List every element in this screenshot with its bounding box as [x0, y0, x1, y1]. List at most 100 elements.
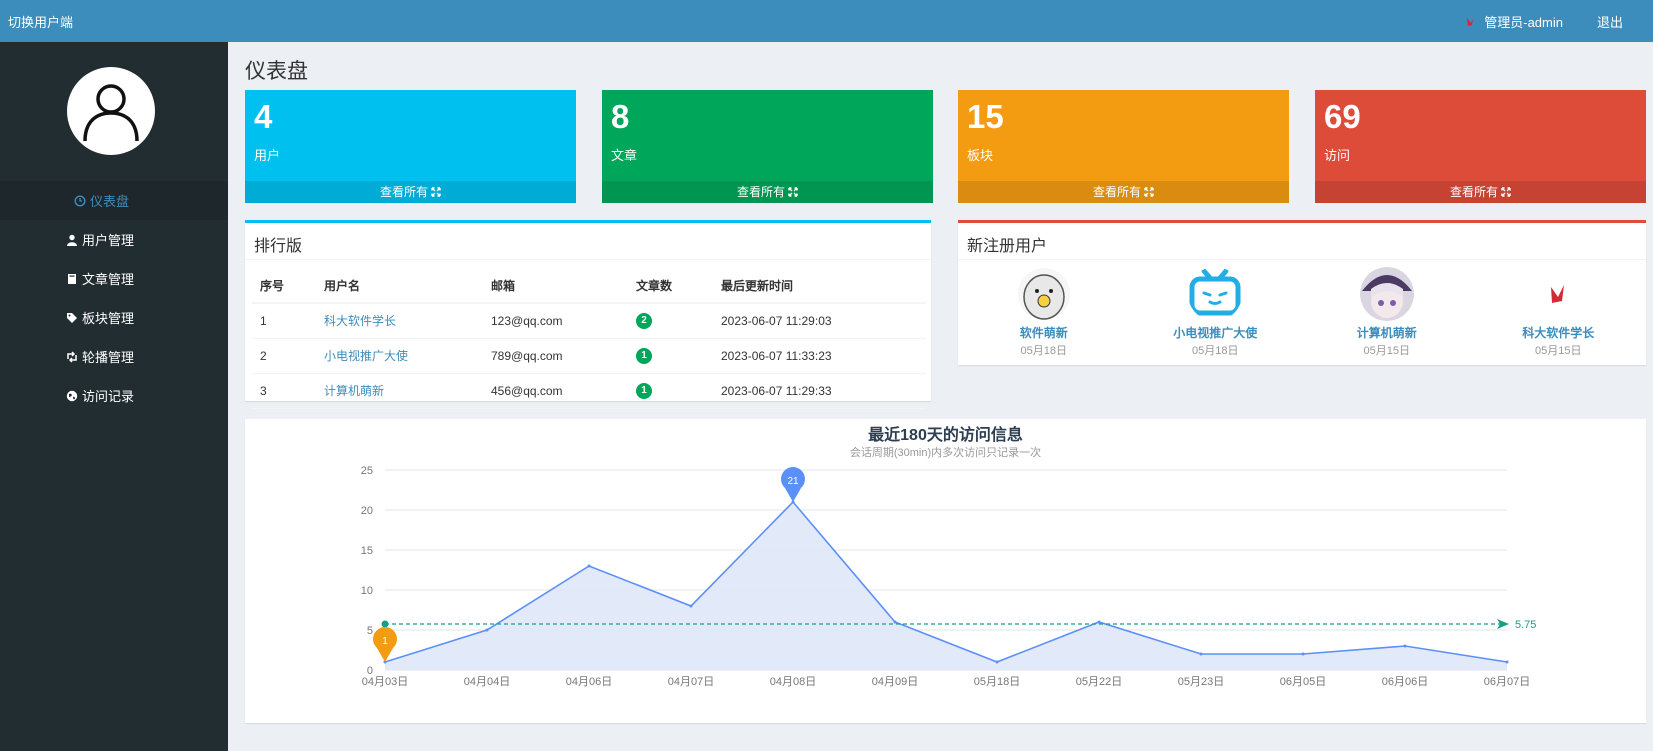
- update-time-cell: 2023-06-07 11:29:33: [713, 373, 926, 409]
- penguin-avatar-icon: [1017, 268, 1070, 320]
- stat-box-visits: 69 访问 查看所有: [1315, 90, 1646, 203]
- series-area: [385, 502, 1507, 670]
- stat-label: 用户: [254, 148, 281, 163]
- view-all-visits-link[interactable]: 查看所有: [1315, 181, 1646, 203]
- sidebar: 仪表盘 用户管理 文章管理 板块管理 轮播管理 访问记录: [0, 42, 228, 751]
- column-header: 用户名: [316, 269, 483, 304]
- x-tick-label: 04月04日: [464, 676, 510, 688]
- stat-box-sections: 15 板块 查看所有: [958, 90, 1289, 203]
- stat-box-users: 4 用户 查看所有: [245, 90, 576, 203]
- column-header: 序号: [252, 269, 316, 304]
- stat-value: 69: [1324, 98, 1361, 135]
- sidebar-item-label: 文章管理: [82, 272, 135, 287]
- rank-cell: 3: [252, 373, 316, 409]
- y-tick-label: 20: [361, 505, 373, 517]
- red-logo-avatar-icon: [1551, 285, 1565, 303]
- logout-button[interactable]: 退出: [1597, 12, 1623, 31]
- view-all-label: 查看所有: [1449, 185, 1498, 199]
- data-point: [995, 660, 999, 664]
- username-link[interactable]: 计算机萌新: [324, 384, 384, 398]
- new-user-item[interactable]: 软件萌新 05月18日: [958, 267, 1130, 358]
- new-user-name: 小电视推广大使: [1173, 326, 1258, 340]
- sidebar-item-sections[interactable]: 板块管理: [0, 298, 228, 337]
- data-point: [1301, 652, 1305, 656]
- new-user-item[interactable]: 计算机萌新 05月15日: [1301, 267, 1473, 358]
- view-all-articles-link[interactable]: 查看所有: [602, 181, 933, 203]
- rank-cell: 2: [252, 338, 316, 374]
- view-all-label: 查看所有: [736, 185, 785, 199]
- stat-value: 4: [254, 98, 273, 135]
- dashboard-icon: [74, 194, 86, 207]
- max-marker-label: 21: [787, 476, 799, 487]
- sidebar-item-label: 用户管理: [82, 233, 135, 248]
- email-cell: 456@qq.com: [483, 373, 628, 409]
- x-tick-label: 04月07日: [668, 676, 714, 688]
- sidebar-item-articles[interactable]: 文章管理: [0, 259, 228, 298]
- new-users-box: 新注册用户 软件萌新 05月18日 小电视推广大使 05月18日 计算机萌新 0…: [958, 220, 1646, 365]
- expand-icon: [1501, 187, 1511, 197]
- stat-label: 访问: [1324, 148, 1351, 163]
- tv-avatar-icon: [1189, 268, 1241, 316]
- sidebar-item-label: 仪表盘: [90, 194, 130, 209]
- user-avatar-icon: [83, 84, 139, 142]
- new-user-name: 软件萌新: [1019, 326, 1068, 340]
- x-tick-label: 05月22日: [1076, 676, 1122, 688]
- update-time-cell: 2023-06-07 11:33:23: [713, 338, 926, 374]
- x-tick-label: 05月18日: [974, 676, 1020, 688]
- data-point: [893, 620, 897, 624]
- ranking-box: 排行版 序号 用户名 邮箱 文章数 最后更新时间 1 科大软件学长 123@qq…: [245, 220, 931, 409]
- stat-value: 15: [967, 98, 1004, 135]
- new-user-name: 计算机萌新: [1356, 326, 1417, 340]
- stat-label: 文章: [611, 148, 638, 163]
- table-row: 3 计算机萌新 456@qq.com 1 2023-06-07 11:29:33: [252, 373, 926, 409]
- new-users-title: 新注册用户: [967, 238, 1048, 255]
- new-user-date: 05月15日: [1535, 345, 1582, 357]
- admin-logo-icon: [1467, 17, 1474, 26]
- new-user-item[interactable]: 小电视推广大使 05月18日: [1130, 267, 1302, 358]
- x-tick-label: 04月09日: [872, 676, 918, 688]
- expand-icon: [1144, 187, 1154, 197]
- table-header-row: 序号 用户名 邮箱 文章数 最后更新时间: [252, 269, 926, 304]
- retweet-icon: [67, 350, 77, 363]
- user-avatar: [1017, 267, 1071, 321]
- sidebar-item-dashboard[interactable]: 仪表盘: [0, 181, 228, 220]
- new-user-date: 05月18日: [1020, 345, 1067, 357]
- data-point: [1097, 620, 1101, 624]
- new-users-list: 软件萌新 05月18日 小电视推广大使 05月18日 计算机萌新 05月15日 …: [958, 267, 1644, 358]
- user-avatar: [1359, 267, 1414, 321]
- sidebar-item-label: 板块管理: [82, 311, 135, 326]
- new-user-item[interactable]: 科大软件学长 05月15日: [1473, 267, 1645, 358]
- x-tick-label: 06月07日: [1484, 676, 1530, 688]
- ranking-table: 序号 用户名 邮箱 文章数 最后更新时间 1 科大软件学长 123@qq.com…: [252, 269, 926, 409]
- user-avatar: [1188, 267, 1242, 321]
- tag-icon: [67, 312, 77, 323]
- sidebar-item-users[interactable]: 用户管理: [0, 220, 228, 259]
- data-point: [689, 604, 693, 608]
- anime-girl-avatar-icon: [1359, 267, 1414, 321]
- table-row: 2 小电视推广大使 789@qq.com 1 2023-06-07 11:33:…: [252, 338, 926, 374]
- admin-avatar: [67, 67, 155, 155]
- switch-client-link[interactable]: 切换用户端: [8, 12, 73, 31]
- x-tick-label: 04月08日: [770, 676, 816, 688]
- view-all-users-link[interactable]: 查看所有: [245, 181, 576, 203]
- new-user-date: 05月18日: [1192, 345, 1239, 357]
- admin-user-label[interactable]: 管理员-admin: [1484, 12, 1563, 31]
- expand-icon: [788, 187, 798, 197]
- sidebar-item-carousel[interactable]: 轮播管理: [0, 337, 228, 376]
- rank-cell: 1: [252, 303, 316, 339]
- page-title: 仪表盘: [245, 60, 308, 83]
- new-user-date: 05月15日: [1363, 345, 1410, 357]
- sidebar-item-visits[interactable]: 访问记录: [0, 376, 228, 415]
- visit-chart-box: 最近180天的访问信息 会话周期(30min)内多次访问只记录一次 0 5 10 15…: [245, 419, 1646, 723]
- stat-box-articles: 8 文章 查看所有: [602, 90, 933, 203]
- article-count-badge: 2: [636, 313, 652, 330]
- username-link[interactable]: 科大软件学长: [324, 314, 396, 328]
- average-line-start: [381, 620, 389, 628]
- y-tick-label: 5: [367, 625, 373, 637]
- x-tick-label: 06月06日: [1382, 676, 1428, 688]
- data-point: [1505, 660, 1509, 664]
- view-all-sections-link[interactable]: 查看所有: [958, 181, 1289, 203]
- y-tick-label: 10: [361, 585, 373, 597]
- username-link[interactable]: 小电视推广大使: [324, 349, 408, 363]
- ranking-title: 排行版: [254, 238, 303, 255]
